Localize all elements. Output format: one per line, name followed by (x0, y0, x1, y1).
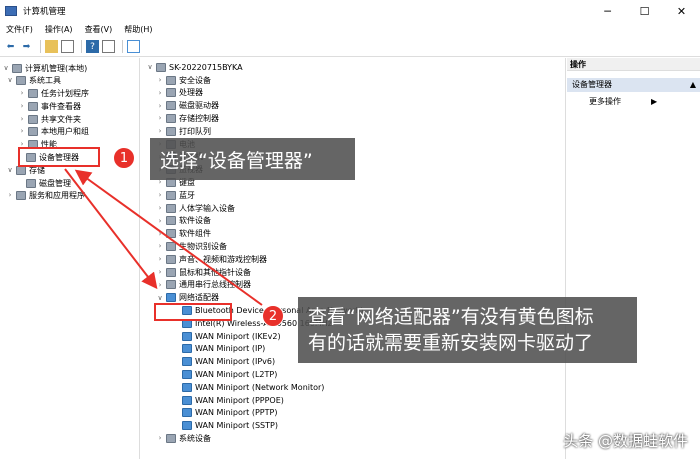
properties-icon[interactable] (102, 40, 115, 53)
network-adapter-item[interactable]: WAN Miniport (IPv6) (180, 356, 275, 368)
tree-system-tools[interactable]: ∨ 系统工具 (6, 74, 61, 86)
device-category[interactable]: › 打印队列 (156, 125, 211, 137)
computer-icon (156, 62, 166, 72)
callout-2: 查看“网络适配器”有没有黄色图标 有的话就需要重新安装网卡驱动了 (298, 297, 637, 363)
network-adapter-item[interactable]: WAN Miniport (Network Monitor) (180, 381, 324, 393)
window-title: 计算机管理 (23, 7, 66, 17)
close-button[interactable]: ✕ (663, 0, 700, 22)
device-category[interactable]: › 通用串行总线控制器 (156, 279, 251, 291)
tools-icon (16, 75, 26, 85)
tree-services-apps[interactable]: › 服务和应用程序 (6, 189, 85, 201)
menu-action[interactable]: 操作(A) (45, 24, 73, 35)
device-category[interactable]: › 软件组件 (156, 228, 211, 240)
event-log-icon (28, 101, 38, 111)
device-category-icon (166, 190, 176, 200)
highlight-device-manager (18, 147, 100, 167)
services-icon (16, 190, 26, 200)
device-category-icon (166, 293, 176, 303)
more-arrow-icon: ▶ (651, 97, 658, 106)
network-adapter-item[interactable]: WAN Miniport (L2TP) (180, 368, 277, 380)
network-adapter-item[interactable]: WAN Miniport (SSTP) (180, 420, 278, 432)
maximize-button[interactable]: ☐ (626, 0, 663, 22)
tree-local-users[interactable]: › 本地用户和组 (18, 125, 89, 137)
menu-file[interactable]: 文件(F) (6, 24, 33, 35)
computer-icon (12, 63, 22, 73)
actions-device-manager[interactable]: 设备管理器 ▲ (567, 78, 700, 92)
collapse-triangle-icon: ▲ (689, 80, 696, 89)
highlight-network-adapter (154, 303, 232, 321)
watermark: 头条 @数据蛙软件 (563, 432, 688, 450)
device-category[interactable]: › 系统设备 (156, 432, 211, 444)
device-category[interactable]: › 人体学输入设备 (156, 202, 235, 214)
clock-icon (28, 88, 38, 98)
device-category-icon (166, 126, 176, 136)
network-adapter-item[interactable]: WAN Miniport (IKEv2) (180, 330, 281, 342)
folder-up-icon[interactable] (45, 40, 58, 53)
help-icon[interactable]: ? (86, 40, 99, 53)
device-root[interactable]: ∨ SK-20220715BYKA (146, 61, 243, 73)
device-category-icon (166, 75, 176, 85)
device-category-icon (166, 203, 176, 213)
device-category[interactable]: › 鼠标和其他指针设备 (156, 266, 251, 278)
device-category[interactable]: › 生物识别设备 (156, 240, 227, 252)
network-adapter-icon (182, 344, 192, 354)
device-category[interactable]: ∨ 网络适配器 (156, 292, 219, 304)
device-category-icon (166, 229, 176, 239)
tree-root[interactable]: ∨ 计算机管理(本地) (2, 62, 87, 74)
computer-management-icon (5, 6, 17, 16)
menu-help[interactable]: 帮助(H) (124, 24, 152, 35)
device-category-icon (166, 241, 176, 251)
users-icon (28, 126, 38, 136)
network-adapter-icon (182, 395, 192, 405)
actions-header: 操作 (567, 58, 700, 71)
device-category-icon (166, 254, 176, 264)
shared-folder-icon (28, 114, 38, 124)
device-category-icon (166, 216, 176, 226)
network-adapter-icon (182, 382, 192, 392)
device-category-icon (166, 433, 176, 443)
device-category[interactable]: › 磁盘驱动器 (156, 100, 219, 112)
callout-1: 选择“设备管理器” (150, 138, 355, 180)
device-category[interactable]: › 存储控制器 (156, 112, 219, 124)
device-category-icon (166, 267, 176, 277)
tree-shared-folders[interactable]: › 共享文件夹 (18, 113, 81, 125)
network-adapter-icon (182, 357, 192, 367)
console-tree: ∨ 计算机管理(本地) ∨ 系统工具 › 任务计划程序 › 事件查看器 › 共享文件夹 ›… (0, 58, 140, 459)
device-category-icon (166, 280, 176, 290)
device-category-icon (166, 113, 176, 123)
device-category[interactable]: › 蓝牙 (156, 189, 195, 201)
network-adapter-icon (182, 369, 192, 379)
disk-icon (26, 178, 36, 188)
menu-bar: 文件(F) 操作(A) 查看(V) 帮助(H) (0, 22, 700, 37)
actions-pane: 操作 设备管理器 ▲ 更多操作 ▶ (567, 58, 700, 459)
network-adapter-icon (182, 408, 192, 418)
device-category-icon (166, 101, 176, 111)
tree-disk-management[interactable]: 磁盘管理 (24, 177, 71, 189)
device-category[interactable]: › 处理器 (156, 87, 203, 99)
more-actions[interactable]: 更多操作 ▶ (589, 96, 657, 108)
monitor-icon[interactable] (127, 40, 140, 53)
toolbar: ⬅ ➡ ? (0, 37, 700, 57)
title-bar: 计算机管理 ─ ☐ ✕ (0, 0, 700, 22)
device-category[interactable]: › 安全设备 (156, 74, 211, 86)
step-2-badge: 2 (262, 305, 284, 327)
step-1-badge: 1 (113, 147, 135, 169)
forward-arrow-icon[interactable]: ➡ (20, 40, 33, 53)
device-tree: ∨ SK-20220715BYKA › 安全设备 › 处理器 › 磁盘驱动器 › 存储控制器 › 打… (142, 58, 566, 459)
device-category[interactable]: › 软件设备 (156, 215, 211, 227)
network-adapter-icon (182, 331, 192, 341)
device-category[interactable]: › 声音、视频和游戏控制器 (156, 253, 267, 265)
network-adapter-item[interactable]: WAN Miniport (PPTP) (180, 407, 277, 419)
back-arrow-icon[interactable]: ⬅ (4, 40, 17, 53)
network-adapter-item[interactable]: WAN Miniport (IP) (180, 343, 265, 355)
minimize-button[interactable]: ─ (589, 0, 626, 22)
show-hide-tree-icon[interactable] (61, 40, 74, 53)
network-adapter-item[interactable]: WAN Miniport (PPPOE) (180, 394, 284, 406)
menu-view[interactable]: 查看(V) (85, 24, 113, 35)
tree-event-viewer[interactable]: › 事件查看器 (18, 100, 81, 112)
network-adapter-icon (182, 421, 192, 431)
tree-task-scheduler[interactable]: › 任务计划程序 (18, 87, 89, 99)
device-category-icon (166, 88, 176, 98)
